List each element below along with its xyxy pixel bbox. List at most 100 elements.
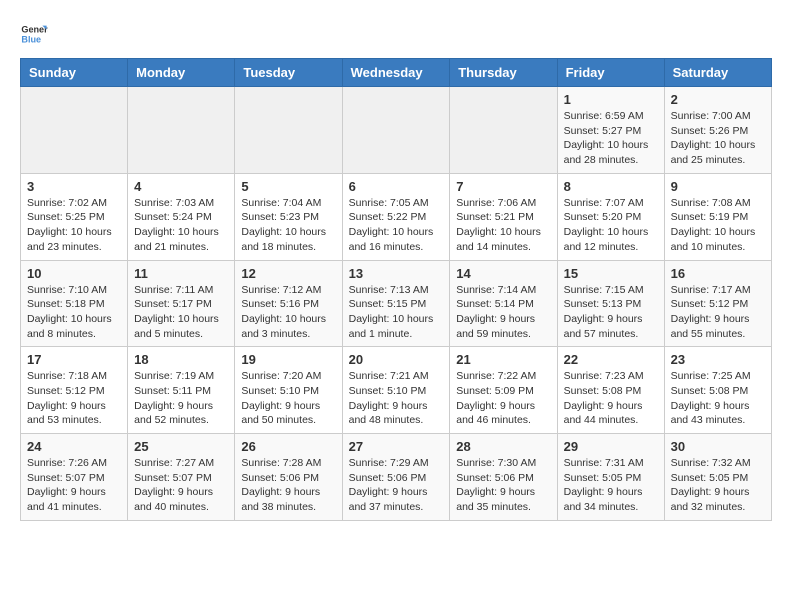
calendar-cell: 23Sunrise: 7:25 AM Sunset: 5:08 PM Dayli… [664,347,771,434]
day-number: 30 [671,439,765,454]
calendar-cell: 5 Sunrise: 7:04 AM Sunset: 5:23 PM Daylig… [235,173,342,260]
day-info: Sunrise: 7:19 AM Sunset: 5:11 PM Dayligh… [134,369,228,428]
day-number: 5 [241,179,335,194]
day-number: 26 [241,439,335,454]
calendar-week-5: 24Sunrise: 7:26 AM Sunset: 5:07 PM Dayli… [21,434,772,521]
day-info: Sunrise: 7:15 AM Sunset: 5:13 PM Dayligh… [564,283,658,342]
day-info: Sunrise: 7:30 AM Sunset: 5:06 PM Dayligh… [456,456,550,515]
column-header-wednesday: Wednesday [342,59,450,87]
column-header-friday: Friday [557,59,664,87]
day-number: 7 [456,179,550,194]
day-number: 22 [564,352,658,367]
calendar-week-4: 17 Sunrise: 7:18 AM Sunset: 5:12 PM Dayli… [21,347,772,434]
day-number: 20 [349,352,444,367]
calendar-cell: 17 Sunrise: 7:18 AM Sunset: 5:12 PM Dayli… [21,347,128,434]
day-number: 10 [27,266,121,281]
calendar-cell: 25Sunrise: 7:27 AM Sunset: 5:07 PM Dayli… [128,434,235,521]
day-number: 16 [671,266,765,281]
calendar-cell: 15 Sunrise: 7:15 AM Sunset: 5:13 PM Dayli… [557,260,664,347]
day-info: Sunrise: 7:02 AM Sunset: 5:25 PM Dayligh… [27,196,121,255]
day-info: Sunrise: 7:12 AM Sunset: 5:16 PM Dayligh… [241,283,335,342]
day-info: Sunrise: 7:20 AM Sunset: 5:10 PM Dayligh… [241,369,335,428]
day-info: Sunrise: 7:03 AM Sunset: 5:24 PM Dayligh… [134,196,228,255]
day-number: 3 [27,179,121,194]
calendar-table: SundayMondayTuesdayWednesdayThursdayFrid… [20,58,772,521]
calendar-cell: 1 Sunrise: 6:59 AM Sunset: 5:27 PM Daylig… [557,87,664,174]
day-info: Sunrise: 7:17 AM Sunset: 5:12 PM Dayligh… [671,283,765,342]
calendar-cell: 11 Sunrise: 7:11 AM Sunset: 5:17 PM Dayli… [128,260,235,347]
calendar-cell: 4 Sunrise: 7:03 AM Sunset: 5:24 PM Daylig… [128,173,235,260]
day-info: Sunrise: 6:59 AM Sunset: 5:27 PM Dayligh… [564,109,658,168]
day-number: 1 [564,92,658,107]
calendar-cell [128,87,235,174]
day-info: Sunrise: 7:21 AM Sunset: 5:10 PM Dayligh… [349,369,444,428]
day-number: 23 [671,352,765,367]
logo-icon: General Blue [20,20,48,48]
calendar-cell [450,87,557,174]
calendar-week-3: 10 Sunrise: 7:10 AM Sunset: 5:18 PM Dayli… [21,260,772,347]
calendar-cell: 10 Sunrise: 7:10 AM Sunset: 5:18 PM Dayli… [21,260,128,347]
calendar-cell [21,87,128,174]
day-info: Sunrise: 7:07 AM Sunset: 5:20 PM Dayligh… [564,196,658,255]
calendar-cell [235,87,342,174]
day-number: 6 [349,179,444,194]
calendar-cell: 30 Sunrise: 7:32 AM Sunset: 5:05 PM Dayli… [664,434,771,521]
calendar-cell: 28Sunrise: 7:30 AM Sunset: 5:06 PM Dayli… [450,434,557,521]
day-info: Sunrise: 7:05 AM Sunset: 5:22 PM Dayligh… [349,196,444,255]
calendar-cell: 20 Sunrise: 7:21 AM Sunset: 5:10 PM Dayli… [342,347,450,434]
calendar-cell: 18 Sunrise: 7:19 AM Sunset: 5:11 PM Dayli… [128,347,235,434]
calendar-cell: 22 Sunrise: 7:23 AM Sunset: 5:08 PM Dayli… [557,347,664,434]
calendar-cell: 13 Sunrise: 7:13 AM Sunset: 5:15 PM Dayli… [342,260,450,347]
column-header-sunday: Sunday [21,59,128,87]
calendar-cell: 6 Sunrise: 7:05 AM Sunset: 5:22 PM Daylig… [342,173,450,260]
day-number: 13 [349,266,444,281]
column-header-tuesday: Tuesday [235,59,342,87]
day-info: Sunrise: 7:32 AM Sunset: 5:05 PM Dayligh… [671,456,765,515]
day-number: 8 [564,179,658,194]
calendar-cell: 24Sunrise: 7:26 AM Sunset: 5:07 PM Dayli… [21,434,128,521]
page-header: General Blue [20,20,772,48]
day-number: 24 [27,439,121,454]
calendar-cell: 12 Sunrise: 7:12 AM Sunset: 5:16 PM Dayli… [235,260,342,347]
day-info: Sunrise: 7:13 AM Sunset: 5:15 PM Dayligh… [349,283,444,342]
day-number: 19 [241,352,335,367]
calendar-cell: 8 Sunrise: 7:07 AM Sunset: 5:20 PM Daylig… [557,173,664,260]
day-number: 17 [27,352,121,367]
day-info: Sunrise: 7:14 AM Sunset: 5:14 PM Dayligh… [456,283,550,342]
logo: General Blue [20,20,52,48]
day-number: 4 [134,179,228,194]
calendar-week-1: 1 Sunrise: 6:59 AM Sunset: 5:27 PM Daylig… [21,87,772,174]
calendar-cell: 2Sunrise: 7:00 AM Sunset: 5:26 PM Daylig… [664,87,771,174]
day-info: Sunrise: 7:23 AM Sunset: 5:08 PM Dayligh… [564,369,658,428]
calendar-header-row: SundayMondayTuesdayWednesdayThursdayFrid… [21,59,772,87]
calendar-cell: 7Sunrise: 7:06 AM Sunset: 5:21 PM Daylig… [450,173,557,260]
calendar-cell: 16 Sunrise: 7:17 AM Sunset: 5:12 PM Dayli… [664,260,771,347]
day-number: 29 [564,439,658,454]
calendar-week-2: 3 Sunrise: 7:02 AM Sunset: 5:25 PM Daylig… [21,173,772,260]
calendar-cell: 19 Sunrise: 7:20 AM Sunset: 5:10 PM Dayli… [235,347,342,434]
svg-text:Blue: Blue [21,34,41,44]
calendar-cell: 14 Sunrise: 7:14 AM Sunset: 5:14 PM Dayli… [450,260,557,347]
day-number: 14 [456,266,550,281]
calendar-cell: 27 Sunrise: 7:29 AM Sunset: 5:06 PM Dayli… [342,434,450,521]
day-number: 21 [456,352,550,367]
day-info: Sunrise: 7:00 AM Sunset: 5:26 PM Dayligh… [671,109,765,168]
day-info: Sunrise: 7:18 AM Sunset: 5:12 PM Dayligh… [27,369,121,428]
day-info: Sunrise: 7:11 AM Sunset: 5:17 PM Dayligh… [134,283,228,342]
day-info: Sunrise: 7:22 AM Sunset: 5:09 PM Dayligh… [456,369,550,428]
day-info: Sunrise: 7:28 AM Sunset: 5:06 PM Dayligh… [241,456,335,515]
day-info: Sunrise: 7:29 AM Sunset: 5:06 PM Dayligh… [349,456,444,515]
day-number: 11 [134,266,228,281]
day-info: Sunrise: 7:31 AM Sunset: 5:05 PM Dayligh… [564,456,658,515]
day-info: Sunrise: 7:10 AM Sunset: 5:18 PM Dayligh… [27,283,121,342]
calendar-cell: 29 Sunrise: 7:31 AM Sunset: 5:05 PM Dayli… [557,434,664,521]
calendar-cell: 3 Sunrise: 7:02 AM Sunset: 5:25 PM Daylig… [21,173,128,260]
day-number: 15 [564,266,658,281]
day-number: 12 [241,266,335,281]
day-info: Sunrise: 7:27 AM Sunset: 5:07 PM Dayligh… [134,456,228,515]
day-info: Sunrise: 7:04 AM Sunset: 5:23 PM Dayligh… [241,196,335,255]
day-number: 27 [349,439,444,454]
day-number: 18 [134,352,228,367]
column-header-thursday: Thursday [450,59,557,87]
column-header-saturday: Saturday [664,59,771,87]
